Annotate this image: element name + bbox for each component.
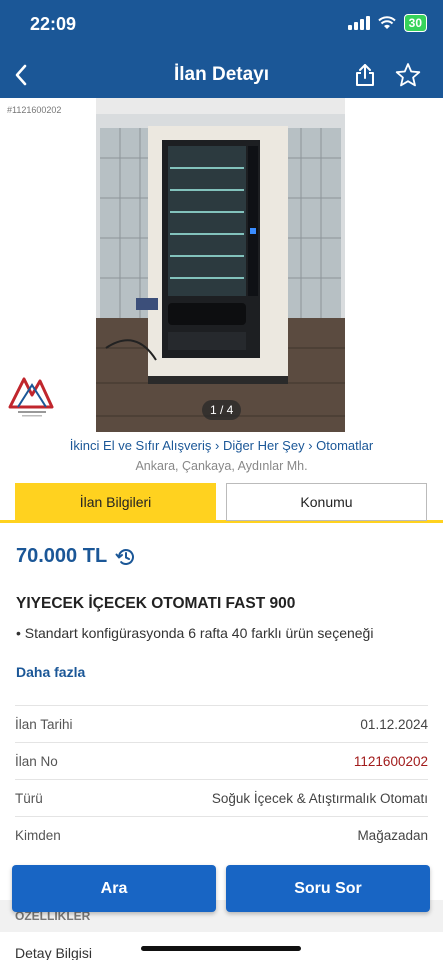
seller-logo-icon — [8, 377, 54, 417]
info-row-date: İlan Tarihi 01.12.2024 — [15, 705, 428, 742]
home-indicator[interactable] — [141, 946, 301, 951]
call-button[interactable]: Ara — [12, 865, 216, 912]
price-history-icon[interactable] — [115, 546, 137, 568]
cellular-signal-icon — [347, 16, 370, 30]
listing-title: YIYECEK İÇECEK OTOMATI FAST 900 — [16, 595, 296, 612]
app-header: 22:09 30 İlan Detayı — [0, 0, 443, 98]
tab-listing-info[interactable]: İlan Bilgileri — [15, 483, 216, 521]
info-value: Mağazadan — [357, 827, 428, 843]
info-value[interactable]: 1121600202 — [354, 754, 428, 769]
info-row-type: Türü Soğuk İçecek & Atıştırmalık Otomatı — [15, 779, 428, 816]
navbar: İlan Detayı — [0, 52, 443, 98]
price-row: 70.000 TL — [16, 545, 137, 568]
detail-info-label[interactable]: Detay Bilgisi — [15, 945, 92, 960]
info-value: 01.12.2024 — [360, 716, 428, 732]
breadcrumb[interactable]: İkinci El ve Sıfır Alışveriş › Diğer Her… — [0, 438, 443, 453]
vending-machine-image — [96, 98, 345, 432]
wifi-icon — [377, 16, 396, 29]
info-value: Soğuk İçecek & Atıştırmalık Otomatı — [211, 790, 428, 806]
show-more-link[interactable]: Daha fazla — [16, 664, 85, 680]
info-table: İlan Tarihi 01.12.2024 İlan No 112160020… — [15, 705, 428, 853]
location-text: Ankara, Çankaya, Aydınlar Mh. — [135, 459, 308, 473]
star-icon — [395, 63, 421, 87]
ask-question-button[interactable]: Soru Sor — [226, 865, 430, 912]
status-icons: 30 — [347, 14, 427, 32]
info-key: Türü — [15, 790, 43, 806]
favorite-button[interactable] — [393, 60, 423, 90]
price: 70.000 TL — [16, 545, 108, 567]
ad-number-overlay: #1121600202 — [7, 105, 62, 115]
info-row-ad-no: İlan No 1121600202 — [15, 742, 428, 779]
gallery-pager: 1 / 4 — [202, 400, 242, 420]
description-bullet: • Standart konfigürasyonda 6 rafta 40 fa… — [16, 625, 374, 641]
tab-location[interactable]: Konumu — [226, 483, 427, 521]
info-row-from: Kimden Mağazadan — [15, 816, 428, 853]
listing-photo[interactable] — [96, 98, 345, 432]
share-button[interactable] — [350, 60, 380, 90]
photo-gallery[interactable]: #1121600202 1 / 4 — [0, 98, 443, 432]
info-key: İlan Tarihi — [15, 716, 73, 732]
status-time: 22:09 — [30, 14, 77, 34]
detail-tabs: İlan Bilgileri Konumu — [0, 483, 443, 523]
battery-icon: 30 — [403, 14, 427, 32]
share-icon — [356, 64, 374, 86]
info-key: İlan No — [15, 753, 58, 769]
info-key: Kimden — [15, 827, 61, 843]
